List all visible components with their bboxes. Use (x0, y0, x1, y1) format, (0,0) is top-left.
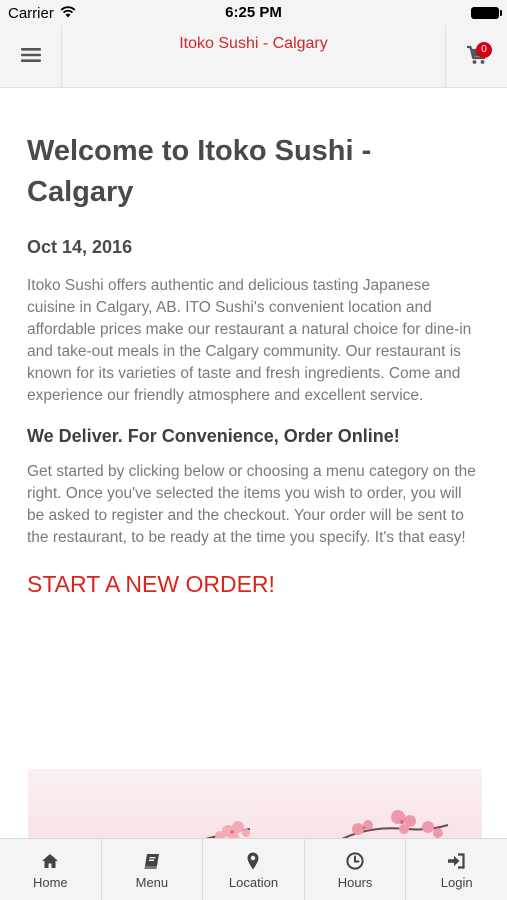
menu-button[interactable] (0, 26, 62, 88)
page-title: Welcome to Itoko Sushi - Calgary (27, 135, 372, 208)
status-time: 6:25 PM (225, 4, 282, 21)
tab-menu-label: Menu (135, 875, 169, 890)
header-title: Itoko Sushi - Calgary (179, 35, 328, 52)
deliver-heading: We Deliver. For Convenience, Order Onlin… (27, 426, 400, 446)
map-marker-icon (247, 852, 259, 870)
tab-login-label: Login (440, 875, 473, 890)
tab-location[interactable]: Location (203, 839, 305, 900)
tab-login[interactable]: Login (406, 839, 507, 900)
tab-home[interactable]: Home (0, 839, 102, 900)
cart-count-badge: 0 (476, 42, 492, 58)
start-new-order-link[interactable]: START A NEW ORDER! (27, 571, 480, 598)
tab-hours-label: Hours (337, 875, 373, 890)
cart-button[interactable]: 0 (445, 26, 507, 88)
post-date: Oct 14, 2016 (27, 237, 133, 257)
tab-hours[interactable]: Hours (305, 839, 407, 900)
cherry-blossom-banner (28, 769, 482, 841)
main-content: Welcome to Itoko Sushi - Calgary Oct 14,… (0, 88, 507, 598)
book-icon (143, 852, 161, 870)
app-header: Itoko Sushi - Calgary 0 (0, 26, 507, 88)
battery-icon (471, 7, 502, 19)
tab-location-label: Location (228, 875, 279, 890)
home-icon (41, 852, 59, 870)
clock-icon (346, 852, 364, 870)
sign-in-icon (447, 852, 466, 870)
tab-menu[interactable]: Menu (102, 839, 204, 900)
bottom-tab-bar: Home Menu Location Hours Login (0, 838, 507, 900)
hamburger-icon (20, 47, 41, 68)
instructions-paragraph: Get started by clicking below or choosin… (27, 463, 476, 546)
status-bar: Carrier 6:25 PM (0, 0, 507, 26)
intro-paragraph: Itoko Sushi offers authentic and delicio… (27, 277, 472, 404)
tab-home-label: Home (32, 875, 68, 890)
